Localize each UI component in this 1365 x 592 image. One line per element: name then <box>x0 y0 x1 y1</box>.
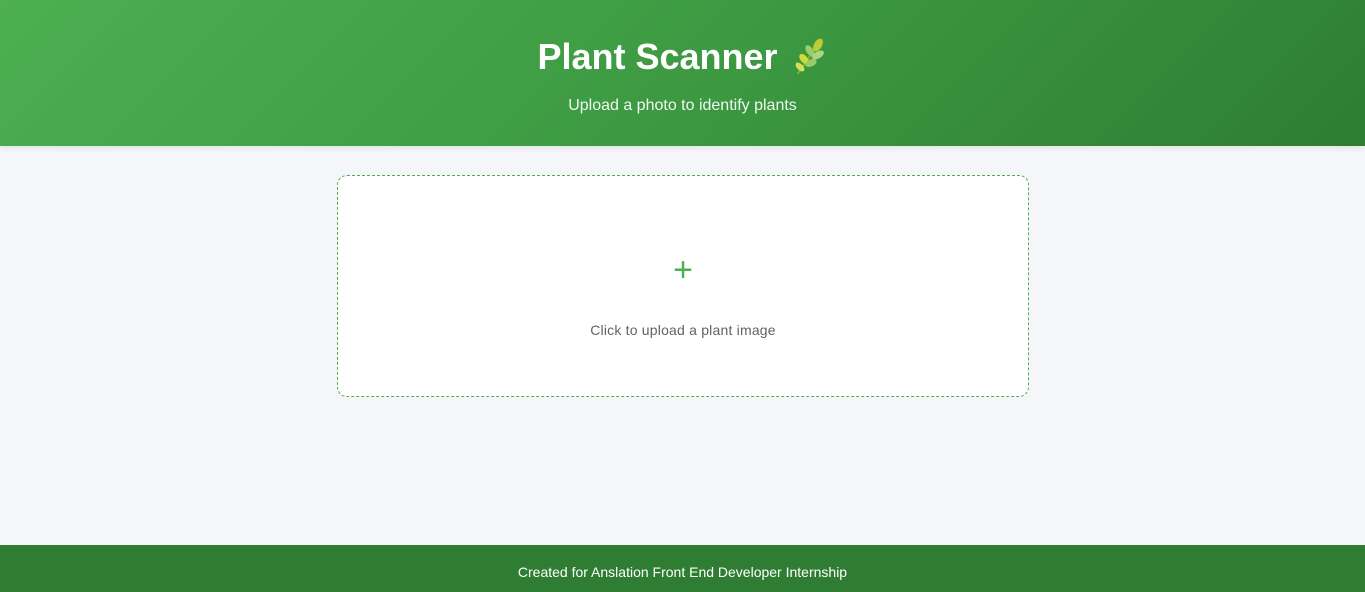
page-subtitle: Upload a photo to identify plants <box>568 97 797 114</box>
upload-label: Click to upload a plant image <box>590 322 776 338</box>
leaf-icon <box>792 37 828 77</box>
page: Plant Scanner Upload a photo to identify… <box>0 0 1365 592</box>
app-header: Plant Scanner Upload a photo to identify… <box>0 0 1365 146</box>
title-row: Plant Scanner <box>0 34 1365 80</box>
upload-dropzone[interactable]: + Click to upload a plant image <box>337 175 1029 397</box>
footer-text: Created for Anslation Front End Develope… <box>517 564 848 580</box>
main-content: + Click to upload a plant image <box>0 146 1365 545</box>
plus-icon: + <box>673 251 693 289</box>
app-footer: Created for Anslation Front End Develope… <box>0 545 1365 592</box>
page-title: Plant Scanner <box>537 36 778 77</box>
